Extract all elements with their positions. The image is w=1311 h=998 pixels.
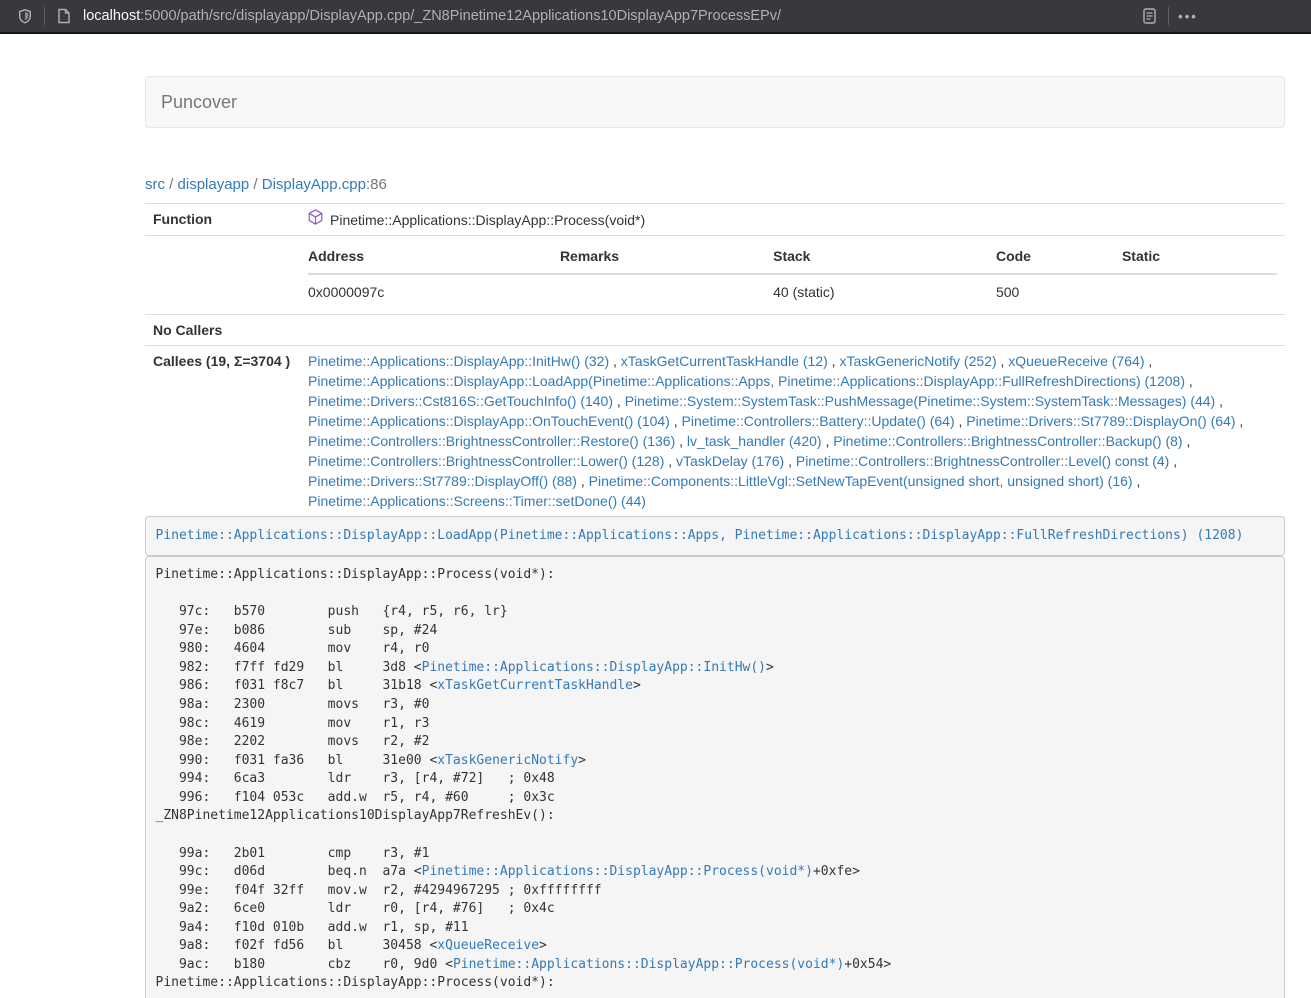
disassembly-pre: Pinetime::Applications::DisplayApp::Proc…: [145, 556, 1285, 998]
url-path: :5000/path/src/displayapp/DisplayApp.cpp…: [140, 8, 781, 24]
callee-link[interactable]: Pinetime::Controllers::BrightnessControl…: [796, 453, 1169, 469]
breadcrumb-link[interactable]: displayapp: [178, 176, 250, 193]
function-label: Function: [145, 204, 300, 236]
callees-label: Callees (19, Σ=3704 ): [145, 346, 300, 517]
callee-separator: ,: [997, 353, 1009, 369]
highlighted-callee-box: Pinetime::Applications::DisplayApp::Load…: [145, 516, 1285, 556]
breadcrumb-separator: /: [249, 176, 262, 193]
stats-value: 0x0000097c: [308, 274, 560, 309]
no-callers-label: No Callers: [145, 315, 300, 346]
callee-separator: ,: [1185, 373, 1193, 389]
callee-separator: ,: [664, 453, 676, 469]
code-symbol-link[interactable]: Pinetime::Applications::DisplayApp::Init…: [422, 660, 766, 675]
more-menu-icon[interactable]: •••: [1175, 3, 1201, 29]
callee-link[interactable]: lv_task_handler (420): [687, 433, 822, 449]
stats-table: AddressRemarksStackCodeStatic 0x0000097c…: [308, 241, 1277, 309]
callee-separator: ,: [1169, 453, 1177, 469]
breadcrumb-separator: /: [165, 176, 178, 193]
callee-link[interactable]: Pinetime::Drivers::St7789::DisplayOff() …: [308, 473, 577, 489]
browser-toolbar: localhost:5000/path/src/displayapp/Displ…: [0, 0, 1311, 34]
stats-header: Stack: [773, 241, 996, 274]
stats-value: 40 (static): [773, 274, 996, 309]
url-bar[interactable]: localhost:5000/path/src/displayapp/Displ…: [83, 8, 781, 24]
breadcrumb-link[interactable]: src: [145, 176, 165, 193]
callee-link[interactable]: Pinetime::Applications::DisplayApp::Init…: [308, 353, 609, 369]
callee-link[interactable]: xTaskGenericNotify (252): [839, 353, 996, 369]
callee-separator: ,: [1183, 433, 1191, 449]
table-row: No Callers: [145, 315, 1285, 346]
stats-value-row: 0x0000097c 40 (static)500: [308, 274, 1277, 309]
callee-separator: ,: [609, 353, 621, 369]
toolbar-divider: [44, 7, 45, 25]
breadcrumb: src / displayapp / DisplayApp.cpp:86: [145, 176, 1285, 193]
callees-list: Pinetime::Applications::DisplayApp::Init…: [300, 346, 1285, 517]
code-symbol-label: Pinetime::Applications::DisplayApp::Proc…: [156, 975, 555, 990]
callee-link[interactable]: xQueueReceive (764): [1008, 353, 1144, 369]
callee-link[interactable]: vTaskDelay (176): [676, 453, 784, 469]
callee-separator: ,: [822, 433, 834, 449]
callee-link[interactable]: xTaskGetCurrentTaskHandle (12): [621, 353, 828, 369]
stats-value: [1122, 274, 1277, 309]
callee-link[interactable]: Pinetime::Controllers::BrightnessControl…: [308, 453, 664, 469]
function-name: Pinetime::Applications::DisplayApp::Proc…: [330, 210, 645, 230]
url-host: localhost: [83, 8, 140, 24]
highlighted-callee-link[interactable]: Pinetime::Applications::DisplayApp::Load…: [156, 528, 1244, 543]
stats-header-row: AddressRemarksStackCodeStatic: [308, 241, 1277, 274]
table-row: Function Pinetime::Applications::Display…: [145, 204, 1285, 236]
callee-separator: ,: [675, 433, 687, 449]
breadcrumb-link[interactable]: DisplayApp.cpp: [262, 176, 366, 193]
stats-value: 500: [996, 274, 1122, 309]
callee-link[interactable]: Pinetime::Drivers::St7789::DisplayOn() (…: [966, 413, 1235, 429]
callee-separator: ,: [784, 453, 796, 469]
breadcrumb-line-number: :86: [366, 176, 387, 193]
stats-header: Address: [308, 241, 560, 274]
page-info-icon[interactable]: [51, 3, 77, 29]
toolbar-divider: [1168, 7, 1169, 25]
callee-link[interactable]: Pinetime::Components::LittleVgl::SetNewT…: [589, 473, 1133, 489]
callee-separator: ,: [670, 413, 682, 429]
page-container: Puncover src / displayapp / DisplayApp.c…: [145, 76, 1285, 998]
callee-link[interactable]: Pinetime::Applications::DisplayApp::Load…: [308, 373, 1185, 389]
callee-separator: ,: [1215, 393, 1223, 409]
function-cube-icon: [308, 209, 323, 230]
callee-separator: ,: [1236, 413, 1244, 429]
callee-link[interactable]: Pinetime::Controllers::Battery::Update()…: [682, 413, 955, 429]
code-symbol-link[interactable]: Pinetime::Applications::DisplayApp::Proc…: [453, 957, 844, 972]
code-symbol-label: _ZN8Pinetime12Applications10DisplayApp7R…: [156, 808, 555, 823]
callee-link[interactable]: Pinetime::Controllers::BrightnessControl…: [833, 433, 1182, 449]
table-row: AddressRemarksStackCodeStatic 0x0000097c…: [145, 236, 1285, 315]
stats-header: Code: [996, 241, 1122, 274]
navbar: Puncover: [145, 76, 1285, 128]
code-symbol-link[interactable]: Pinetime::Applications::DisplayApp::Proc…: [422, 864, 813, 879]
callee-link[interactable]: Pinetime::System::SystemTask::PushMessag…: [625, 393, 1216, 409]
callee-link[interactable]: Pinetime::Applications::DisplayApp::OnTo…: [308, 413, 670, 429]
stats-header: Remarks: [560, 241, 773, 274]
table-row: Callees (19, Σ=3704 ) Pinetime::Applicat…: [145, 346, 1285, 517]
callee-separator: ,: [1133, 473, 1141, 489]
function-table: Function Pinetime::Applications::Display…: [145, 203, 1285, 516]
callee-separator: ,: [955, 413, 967, 429]
callee-separator: ,: [613, 393, 625, 409]
reader-mode-icon[interactable]: [1136, 3, 1162, 29]
code-symbol-label: Pinetime::Applications::DisplayApp::Proc…: [156, 567, 555, 582]
stats-header: Static: [1122, 241, 1277, 274]
callee-separator: ,: [577, 473, 589, 489]
callee-link[interactable]: Pinetime::Applications::Screens::Timer::…: [308, 493, 646, 509]
callee-separator: ,: [1144, 353, 1152, 369]
code-symbol-link[interactable]: xTaskGenericNotify: [437, 753, 578, 768]
brand-title[interactable]: Puncover: [161, 92, 237, 113]
callee-separator: ,: [828, 353, 840, 369]
callee-link[interactable]: Pinetime::Controllers::BrightnessControl…: [308, 433, 675, 449]
code-symbol-link[interactable]: xTaskGetCurrentTaskHandle: [437, 678, 633, 693]
shield-icon[interactable]: [12, 3, 38, 29]
stats-value: [560, 274, 773, 309]
code-symbol-link[interactable]: xQueueReceive: [437, 938, 539, 953]
callee-link[interactable]: Pinetime::Drivers::Cst816S::GetTouchInfo…: [308, 393, 613, 409]
